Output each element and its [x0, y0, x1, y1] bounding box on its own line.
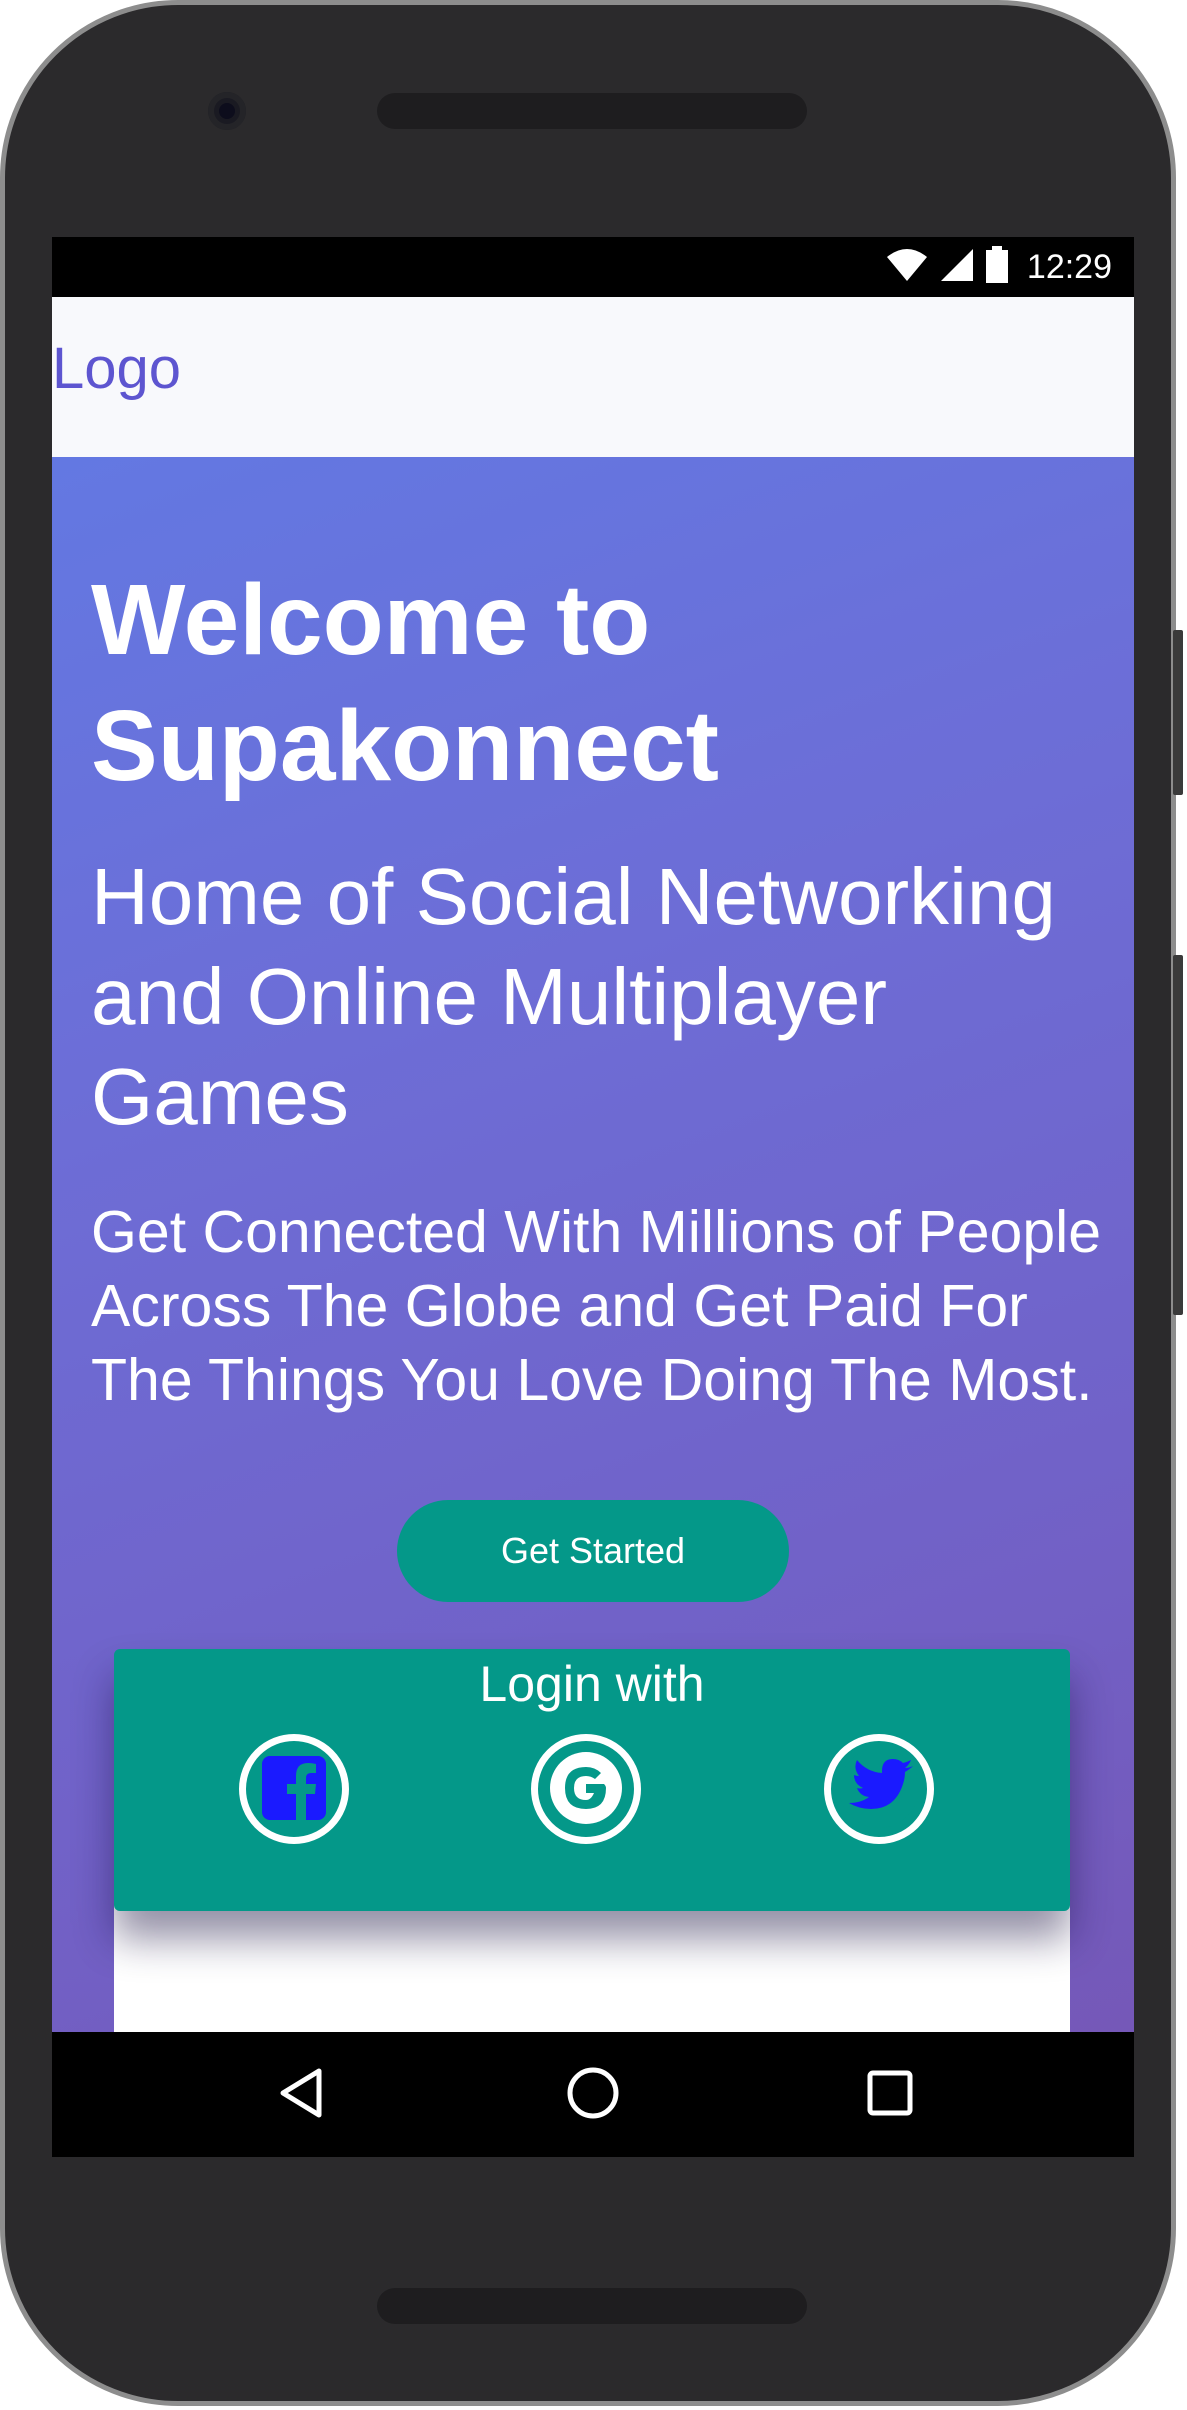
home-icon [565, 2065, 621, 2125]
home-button[interactable] [560, 2062, 626, 2128]
logo[interactable]: Logo [52, 335, 181, 402]
cellular-signal-icon [939, 247, 975, 287]
earpiece-speaker [377, 93, 807, 129]
login-card: Login with [114, 1649, 1070, 1911]
facebook-login-button[interactable] [239, 1734, 349, 1844]
wifi-icon [885, 247, 929, 287]
google-login-button[interactable] [531, 1734, 641, 1844]
google-icon [546, 1748, 626, 1831]
hero-section: Welcome to Supakonnect Home of Social Ne… [52, 457, 1134, 2032]
hero-subtitle: Home of Social Networking and Online Mul… [91, 852, 1056, 1141]
battery-icon [985, 246, 1009, 288]
hero-description: Get Connected With Millions of People Ac… [91, 1199, 1102, 1413]
status-time: 12:29 [1026, 247, 1112, 286]
twitter-icon [837, 1746, 921, 1833]
device-screen: 12:29 Logo Welcome to Supakonnect Home o… [52, 237, 1134, 2157]
power-button [1173, 955, 1183, 1315]
app-header: Logo [52, 297, 1134, 457]
back-button[interactable] [269, 2062, 335, 2128]
twitter-login-button[interactable] [824, 1734, 934, 1844]
bottom-speaker [377, 2288, 807, 2324]
recents-button[interactable] [857, 2062, 923, 2128]
hero-title: Welcome to Supakonnect [91, 564, 719, 802]
front-camera [208, 92, 246, 130]
recents-icon [865, 2068, 915, 2122]
facebook-icon [258, 1752, 330, 1827]
get-started-button[interactable]: Get Started [397, 1500, 789, 1602]
volume-button [1173, 630, 1183, 795]
back-icon [279, 2067, 325, 2123]
status-bar: 12:29 [52, 237, 1134, 297]
phone-frame: 12:29 Logo Welcome to Supakonnect Home o… [0, 0, 1183, 2406]
system-nav-bar [52, 2032, 1134, 2157]
login-title: Login with [479, 1656, 705, 1712]
